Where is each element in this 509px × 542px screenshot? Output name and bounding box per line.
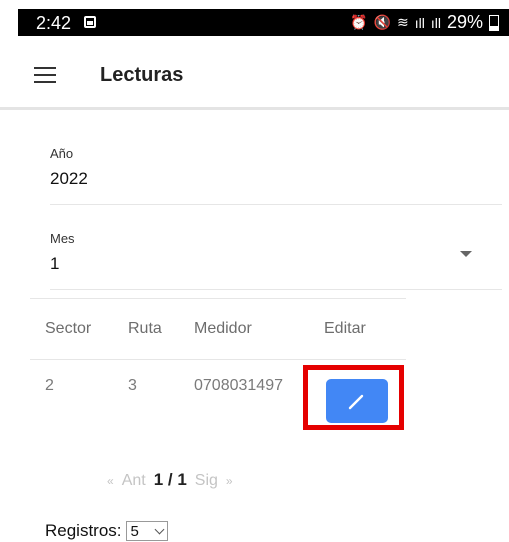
cell-sector: 2	[45, 377, 54, 394]
table-header-row: Sector Ruta Medidor Editar	[30, 299, 406, 360]
edit-button[interactable]	[326, 379, 388, 423]
battery-icon	[489, 14, 499, 31]
pagination-first[interactable]: «	[107, 474, 114, 488]
header-ruta: Ruta	[128, 320, 162, 337]
pagination-last[interactable]: »	[226, 474, 233, 488]
status-icons: ⏰ 🔇 ≋ ıll ıll 29%	[350, 12, 499, 33]
pagination: « Ant 1 / 1 Sig »	[107, 470, 233, 490]
status-bar: 2:42 ⏰ 🔇 ≋ ıll ıll 29%	[0, 0, 509, 45]
records-select[interactable]: 5	[125, 521, 168, 541]
signal-icon: ıll	[414, 14, 425, 31]
year-value: 2022	[50, 169, 88, 188]
app-bar: Lecturas	[0, 45, 509, 110]
readings-table: Sector Ruta Medidor Editar	[30, 298, 406, 360]
signal-icon: ıll	[430, 14, 441, 31]
gallery-icon	[84, 16, 96, 28]
header-editar: Editar	[324, 320, 366, 337]
alarm-icon: ⏰	[350, 14, 368, 30]
month-label: Mes	[50, 231, 75, 246]
records-per-page: Registros: 5	[45, 521, 168, 541]
header-sector: Sector	[45, 320, 92, 337]
year-label: Año	[50, 146, 74, 161]
wifi-icon: ≋	[396, 14, 409, 30]
cell-ruta: 3	[128, 377, 137, 394]
mute-icon: 🔇	[373, 14, 391, 30]
year-field[interactable]: Año 2022	[50, 146, 502, 205]
records-label: Registros:	[45, 521, 122, 540]
header-medidor: Medidor	[194, 320, 252, 337]
cell-medidor: 0708031497	[194, 377, 283, 394]
pagination-current: 1 / 1	[153, 470, 187, 489]
hamburger-icon[interactable]	[34, 67, 56, 85]
status-time: 2:42	[36, 13, 72, 33]
pagination-prev[interactable]: Ant	[122, 472, 146, 490]
pagination-next[interactable]: Sig	[195, 472, 218, 490]
battery-percent: 29%	[446, 12, 483, 32]
month-select[interactable]: Mes 1	[50, 231, 502, 290]
status-bar-inner: 2:42 ⏰ 🔇 ≋ ıll ıll 29%	[18, 9, 509, 36]
pencil-icon	[348, 394, 364, 410]
page-title: Lecturas	[100, 64, 184, 86]
records-value: 5	[130, 522, 139, 540]
month-value: 1	[50, 254, 60, 273]
dropdown-arrow-icon[interactable]	[460, 251, 472, 257]
chevron-down-icon	[154, 524, 164, 534]
